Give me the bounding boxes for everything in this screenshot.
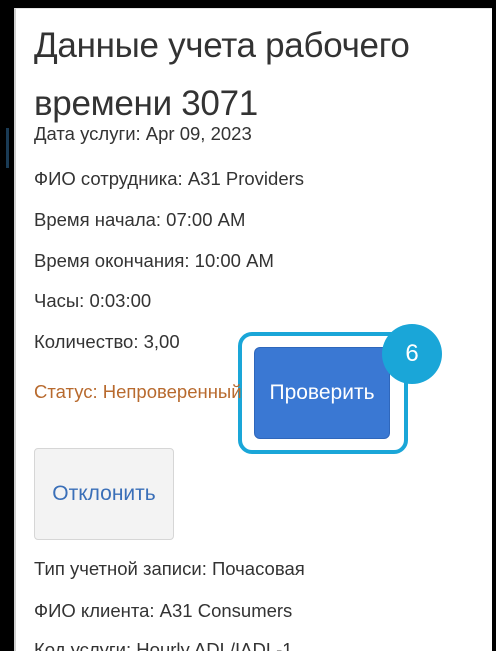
service-code-field: Код услуги: Hourly ADL/IADL-1 — [34, 639, 293, 651]
account-type-field: Тип учетной записи: Почасовая — [34, 558, 305, 579]
quantity-field: Количество: 3,00 — [34, 331, 180, 352]
employee-name-field: ФИО сотрудника: A31 Providers — [34, 168, 305, 189]
hours-field: Часы: 0:03:00 — [34, 290, 152, 311]
verify-button[interactable]: Проверить — [254, 347, 390, 439]
left-edge-strip — [0, 0, 14, 651]
step-number-badge: 6 — [382, 324, 442, 384]
service-date-field: Дата услуги: Apr 09, 2023 — [34, 123, 252, 144]
page-title: Данные учета рабочего времени 3071 — [34, 26, 410, 123]
left-edge-accent — [6, 128, 9, 168]
timesheet-details-panel: Данные учета рабочего времени 3071 Дата … — [14, 8, 492, 651]
reject-button[interactable]: Отклонить — [34, 448, 174, 540]
client-name-field: ФИО клиента: A31 Consumers — [34, 600, 293, 621]
end-time-field: Время окончания: 10:00 AM — [34, 250, 274, 271]
start-time-field: Время начала: 07:00 AM — [34, 209, 246, 230]
status-field: Статус: Непроверенный — [34, 381, 242, 402]
